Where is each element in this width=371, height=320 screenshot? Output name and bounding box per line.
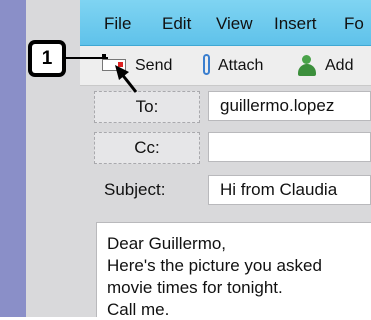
to-label[interactable]: To: xyxy=(94,91,200,123)
person-head xyxy=(302,55,311,64)
sidebar-strip xyxy=(0,0,26,317)
add-button[interactable]: Add xyxy=(325,57,353,75)
menu-edit[interactable]: Edit xyxy=(162,14,191,34)
to-field[interactable]: guillermo.lopez xyxy=(208,91,371,121)
envelope-icon[interactable] xyxy=(102,59,126,71)
send-button[interactable]: Send xyxy=(135,57,172,75)
message-body[interactable]: Dear Guillermo, Here's the picture you a… xyxy=(96,222,371,319)
cc-field[interactable] xyxy=(208,132,371,162)
attach-button[interactable]: Attach xyxy=(218,57,263,75)
callout-number: 1 xyxy=(32,44,62,73)
subject-field[interactable]: Hi from Claudia xyxy=(208,175,371,205)
body-line: movie times for tonight. xyxy=(107,278,283,297)
person-body xyxy=(298,64,316,76)
toolbar: Send Attach Add xyxy=(80,46,371,86)
cc-label[interactable]: Cc: xyxy=(94,132,200,164)
person-icon[interactable] xyxy=(295,53,319,77)
menu-format[interactable]: Fo xyxy=(344,14,364,34)
body-line: Dear Guillermo, xyxy=(107,234,227,253)
menu-bar: File Edit View Insert Fo xyxy=(80,0,371,46)
menu-file[interactable]: File xyxy=(104,14,131,34)
body-line: Here's the picture you asked xyxy=(107,256,322,275)
menu-insert[interactable]: Insert xyxy=(274,14,317,34)
subject-label: Subject: xyxy=(104,180,166,199)
callout-badge: 1 xyxy=(28,40,66,77)
paperclip-icon[interactable] xyxy=(203,54,210,75)
envelope-flap xyxy=(118,62,123,67)
header-fields: To: guillermo.lopez Cc: Subject: Hi from… xyxy=(80,86,371,216)
body-line: Call me. xyxy=(107,300,170,319)
menu-view[interactable]: View xyxy=(216,14,253,34)
